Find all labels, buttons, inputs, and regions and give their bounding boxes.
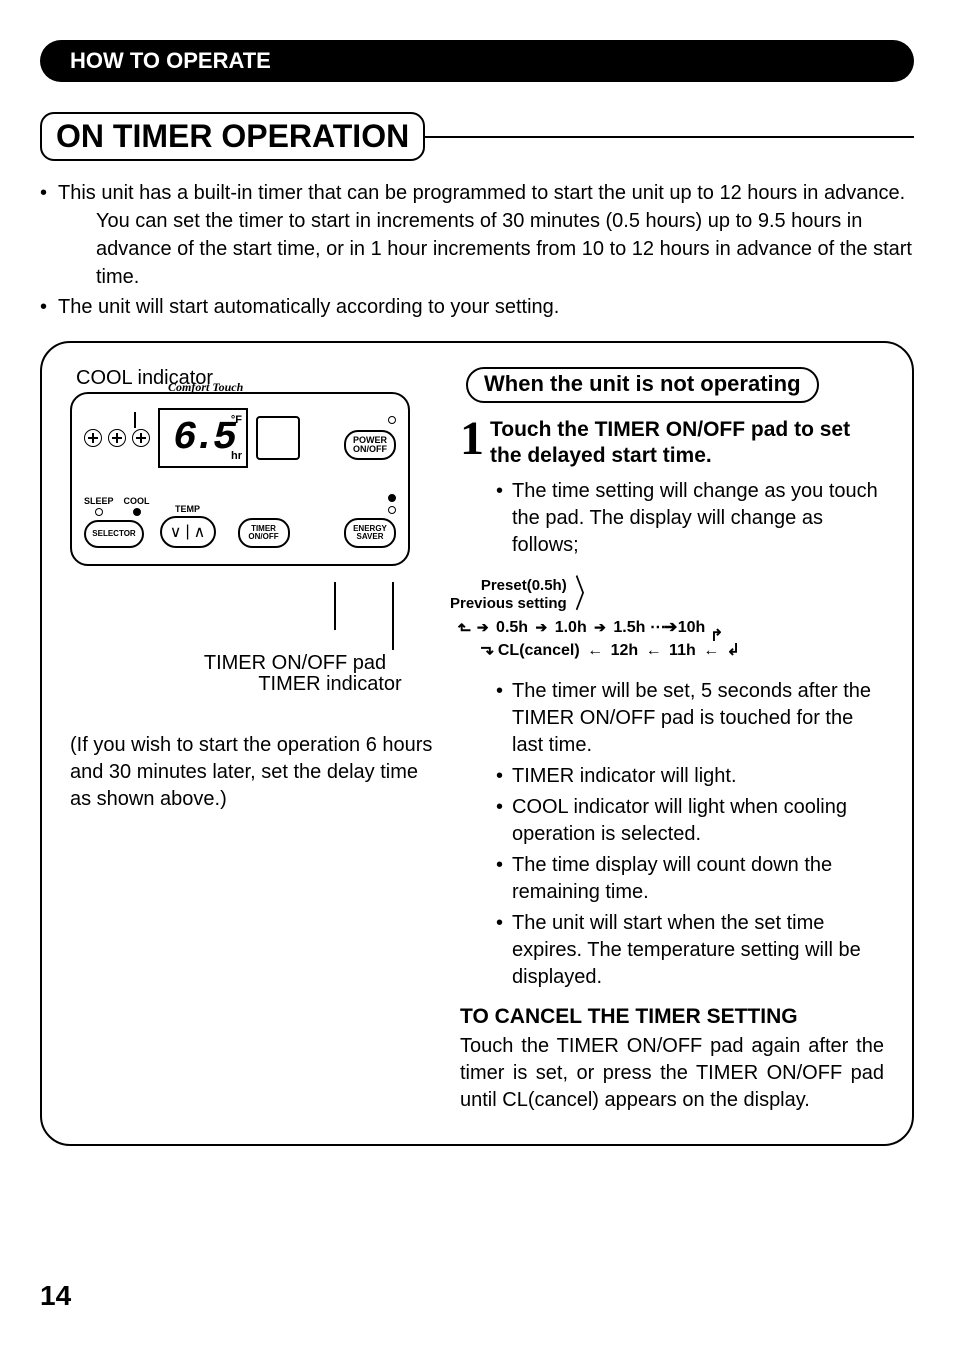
button-label: ON/OFF <box>248 532 278 541</box>
cool-indicator-callout: COOL indicator <box>76 367 440 390</box>
timer-button: TIMER ON/OFF <box>238 518 290 548</box>
section-header: HOW TO OPERATE <box>40 40 914 82</box>
brand-label: Comfort Touch <box>168 380 243 395</box>
power-button: POWER ON/OFF <box>344 430 396 460</box>
flow-value: 1.0h <box>555 619 587 636</box>
energy-led <box>388 506 396 514</box>
main-title-row: ON TIMER OPERATION <box>40 112 914 161</box>
display-hr: hr <box>231 450 242 462</box>
loop-arrow-icon: ↲ <box>727 641 740 660</box>
arrow-icon <box>533 619 551 636</box>
loop-arrow-icon: ↲ <box>710 624 723 643</box>
intro-bullet-2: The unit will start automatically accord… <box>40 293 914 321</box>
intro-text: You can set the timer to start in increm… <box>58 207 914 291</box>
arrow-icon <box>474 619 492 636</box>
blank-panel <box>256 416 300 460</box>
temp-buttons: ∨ | ∧ <box>160 516 216 548</box>
temp-label: TEMP <box>175 504 200 514</box>
left-column: COOL indicator Comfort Touch 6.5 °F hr <box>70 367 440 1114</box>
up-arrow-icon: ∧ <box>194 522 206 542</box>
flow-value: 0.5h <box>496 619 528 636</box>
flow-left-labels: Preset(0.5h) Previous setting <box>450 577 567 613</box>
bullet-text: The unit will start when the set time ex… <box>496 910 884 991</box>
bullet-text: The time setting will change as you touc… <box>496 478 884 559</box>
display-screen: 6.5 °F hr <box>158 408 248 468</box>
cancel-text: Touch the TIMER ON/OFF pad again after t… <box>460 1033 884 1114</box>
button-label: SAVER <box>357 532 384 541</box>
bullet-text: The timer will be set, 5 seconds after t… <box>496 678 884 759</box>
instruction-panel: COOL indicator Comfort Touch 6.5 °F hr <box>40 341 914 1146</box>
label: COOL <box>124 496 150 506</box>
down-arrow-icon: ∨ <box>170 522 182 542</box>
display-unit: °F <box>231 414 242 426</box>
example-note: (If you wish to start the operation 6 ho… <box>70 732 440 813</box>
fan-icon <box>84 429 102 447</box>
led-icon <box>133 508 141 516</box>
label: Previous setting <box>450 595 567 612</box>
display-value: 6.5 <box>173 416 233 461</box>
bullet-text: COOL indicator will light when cooling o… <box>496 794 884 848</box>
bullet-text: The time display will count down the rem… <box>496 852 884 906</box>
step-number: 1 <box>460 417 484 470</box>
timer-pad-callout: TIMER ON/OFF pad <box>150 652 440 675</box>
arrow-icon <box>591 619 609 636</box>
remote-bottom-row: SLEEP COOL SELECTOR TEMP ∨ <box>84 494 396 548</box>
loop-arrow-icon: ↲ <box>479 644 498 657</box>
led-icon <box>95 508 103 516</box>
brace-icon: 〉 <box>575 573 598 619</box>
arrow-icon <box>700 642 722 659</box>
callout-lines <box>70 582 440 652</box>
fan-icons <box>84 429 150 447</box>
timer-flow-diagram: Preset(0.5h) Previous setting 〉 ↲ 0.5h 1… <box>450 573 884 661</box>
power-led <box>388 416 396 424</box>
page-number: 14 <box>40 1280 71 1312</box>
fan-icon <box>132 429 150 447</box>
remote-diagram: Comfort Touch 6.5 °F hr POWER <box>70 392 410 566</box>
intro-list: This unit has a built-in timer that can … <box>40 179 914 321</box>
arrow-icon <box>584 642 606 659</box>
cancel-heading: TO CANCEL THE TIMER SETTING <box>460 1005 884 1029</box>
step-bullets: The timer will be set, 5 seconds after t… <box>496 678 884 991</box>
selector-button: SELECTOR <box>84 520 144 548</box>
main-title: ON TIMER OPERATION <box>40 112 425 161</box>
step-title: Touch the TIMER ON/OFF pad to set the de… <box>490 417 884 470</box>
flow-value: 11h <box>669 642 696 659</box>
timer-indicator-callout: TIMER indicator <box>220 673 440 696</box>
flow-value: 1.5h <box>613 619 645 636</box>
flow-value: 12h <box>611 642 639 659</box>
timer-led <box>388 494 396 502</box>
intro-bullet-1: This unit has a built-in timer that can … <box>40 179 914 291</box>
intro-text: This unit has a built-in timer that can … <box>58 182 905 204</box>
flow-top-row: ↲ 0.5h 1.0h 1.5h ⋯➔ 10h ↲ <box>456 618 740 637</box>
label: Preset(0.5h) <box>481 577 567 594</box>
bullet-text: TIMER indicator will light. <box>496 763 884 790</box>
label: SLEEP <box>84 496 114 506</box>
loop-arrow-icon: ↲ <box>453 621 472 634</box>
flow-value: 10h <box>678 619 706 636</box>
step-pre-bullets: The time setting will change as you touc… <box>496 478 884 559</box>
cool-indicator: COOL <box>124 496 150 516</box>
right-column: When the unit is not operating 1 Touch t… <box>460 367 884 1114</box>
flow-bottom-row: ↲ CL(cancel) 12h 11h ↲ <box>480 641 740 660</box>
subheading-pill: When the unit is not operating <box>466 367 819 403</box>
fan-icon <box>108 429 126 447</box>
step-1: 1 Touch the TIMER ON/OFF pad to set the … <box>460 417 884 470</box>
button-label: ON/OFF <box>353 444 387 454</box>
remote-top-row: 6.5 °F hr POWER ON/OFF <box>84 408 396 468</box>
arrow-icon <box>643 642 665 659</box>
flow-cancel-label: CL(cancel) <box>498 642 580 659</box>
energy-saver-button: ENERGY SAVER <box>344 518 396 548</box>
title-rule <box>423 136 914 138</box>
sleep-indicator: SLEEP <box>84 496 114 516</box>
